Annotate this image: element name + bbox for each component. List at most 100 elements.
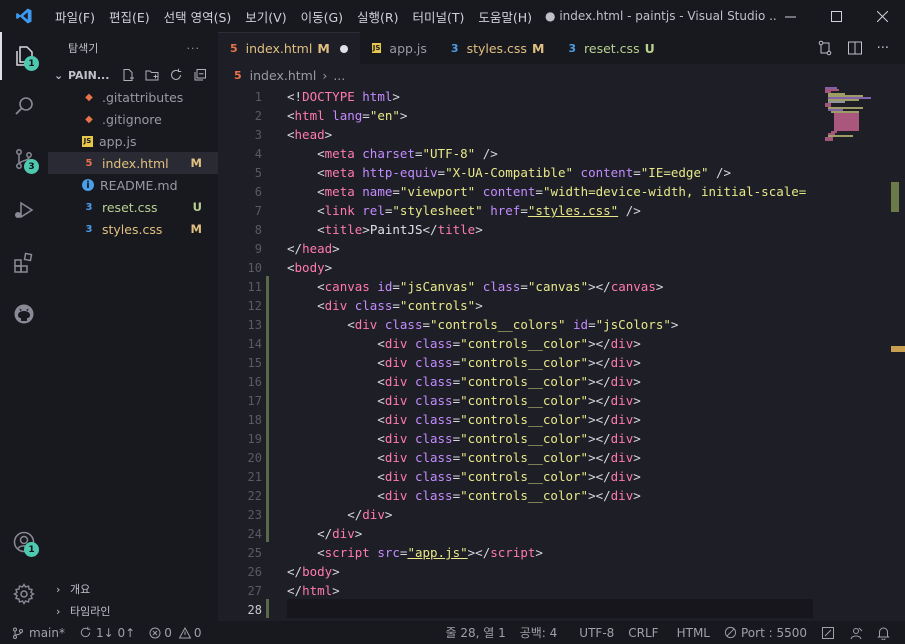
code-line[interactable]: 9 </head> [218,239,818,258]
code-line[interactable]: 1 <!DOCTYPE html> [218,87,818,106]
broadcast-icon [724,626,737,639]
run-debug-icon[interactable] [0,186,48,234]
code-line[interactable]: 7 <link rel="stylesheet" href="styles.cs… [218,201,818,220]
new-folder-icon[interactable] [145,68,159,82]
menu-item[interactable]: 실행(R) [350,7,405,26]
code-line[interactable]: 28 [218,600,818,619]
branch-status[interactable]: main* [0,626,72,640]
code-line[interactable]: 23 </div> [218,505,818,524]
menu-bar: 파일(F) 편집(E) 선택 영역(S) 보기(V) 이동(G) 실행(R) 터미널(T) 도… [48,0,539,32]
editor-tab[interactable]: 3 reset.css U [556,32,666,64]
code-line[interactable]: 6 <meta name="viewport" content="width=d… [218,182,818,201]
close-icon[interactable] [859,0,905,32]
menu-item[interactable]: 도움말(H) [471,7,539,26]
settings-gear-icon[interactable] [0,570,48,618]
encoding[interactable]: UTF-8 [572,626,621,640]
code-line[interactable]: 14 <div class="controls__color"></div> [218,334,818,353]
menu-item[interactable]: 보기(V) [238,7,293,26]
code-line[interactable]: 20 <div class="controls__color"></div> [218,448,818,467]
code-token: > [392,89,400,104]
more-actions-icon[interactable]: ··· [877,41,889,56]
code-line[interactable]: 11 <canvas id="jsCanvas" class="canvas">… [218,277,818,296]
language-mode[interactable]: HTML [670,626,717,640]
code-line[interactable]: 3 <head> [218,125,818,144]
code-line[interactable]: 12 <div class="controls"> [218,296,818,315]
new-file-icon[interactable] [121,68,135,82]
menu-item[interactable]: 편집(E) [102,7,157,26]
file-item[interactable]: JS app.js [48,130,218,152]
code-line[interactable]: 10 <body> [218,258,818,277]
minimap[interactable] [823,86,893,146]
editor-tab[interactable]: 3 styles.css M [439,32,556,64]
breadcrumb-file[interactable]: index.html [250,68,317,83]
github-icon[interactable] [0,290,48,338]
refresh-icon[interactable] [169,68,183,82]
explorer-icon[interactable]: 1 [0,32,48,80]
sync-status[interactable]: 1↓ 0↑ [72,626,142,640]
file-item[interactable]: 3 reset.css U [48,196,218,218]
breadcrumb-more[interactable]: ... [333,68,345,83]
code-line[interactable]: 2 <html lang="en"> [218,106,818,125]
code-token: < [287,146,325,161]
chevron-right-icon: › [56,604,61,618]
end-of-line[interactable]: CRLF [621,626,665,640]
code-line[interactable]: 22 <div class="controls__color"></div> [218,486,818,505]
code-line[interactable]: 4 <meta charset="UTF-8" /> [218,144,818,163]
file-item[interactable]: ◆ .gitattributes [48,86,218,108]
more-actions-icon[interactable]: ··· [187,42,201,55]
code-line[interactable]: 25 <script src="app.js"></script> [218,543,818,562]
open-changes-icon[interactable] [817,40,833,56]
split-editor-icon[interactable] [847,40,863,56]
maximize-icon[interactable] [813,0,859,32]
notifications-bell-icon[interactable] [870,626,897,640]
editor-tab[interactable]: JS app.js [360,32,439,64]
code-line[interactable]: 15 <div class="controls__color"></div> [218,353,818,372]
menu-item[interactable]: 터미널(T) [406,7,472,26]
cursor-position[interactable]: 줄 28, 열 1 [438,624,512,641]
code-line[interactable]: 17 <div class="controls__color"></div> [218,391,818,410]
code-line[interactable]: 27 </html> [218,581,818,600]
code-line[interactable]: 8 <title>PaintJS</title> [218,220,818,239]
code-token: content [580,165,634,180]
live-server[interactable]: Port : 5500 [717,626,814,640]
editor-tab[interactable]: 5 index.html M [218,32,360,64]
timeline-section[interactable]: › 타임라인 [48,600,218,622]
menu-item[interactable]: 파일(F) [48,7,102,26]
timeline-label: 타임라인 [70,605,111,618]
code-editor[interactable]: 1 <!DOCTYPE html> 2 <html lang="en"> 3 <head>… [218,86,905,621]
feedback-icon[interactable] [814,626,842,640]
accounts-icon[interactable]: 1 [0,518,48,566]
code-token: canvas [324,279,370,294]
outline-section[interactable]: › 개요 [48,578,218,600]
tab-label: app.js [389,40,427,56]
search-icon[interactable] [0,82,48,130]
file-item[interactable]: ◆ .gitignore [48,108,218,130]
menu-item[interactable]: 이동(G) [294,7,350,26]
unsaved-dot-icon[interactable] [339,44,348,53]
code-text: <link rel="stylesheet" href="styles.css"… [287,203,641,218]
code-line[interactable]: 18 <div class="controls__color"></div> [218,410,818,429]
menu-item[interactable]: 선택 영역(S) [157,7,239,26]
collapse-all-icon[interactable] [193,68,207,82]
code-line[interactable]: 5 <meta http-equiv="X-UA-Compatible" con… [218,163,818,182]
problems-status[interactable]: 0 0 [142,626,208,640]
file-item[interactable]: 3 styles.css M [48,218,218,240]
code-token: "controls__color" [460,431,589,446]
code-line[interactable]: 13 <div class="controls__colors" id="jsC… [218,315,818,334]
code-line[interactable]: 21 <div class="controls__color"></div> [218,467,818,486]
code-line[interactable]: 19 <div class="controls__color"></div> [218,429,818,448]
extensions-icon[interactable] [0,239,48,287]
file-item[interactable]: i README.md [48,174,218,196]
code-line[interactable]: 16 <div class="controls__color"></div> [218,372,818,391]
minimize-icon[interactable] [767,0,813,32]
project-folder-row[interactable]: ⌄ PAIN... [48,64,218,86]
indentation[interactable]: 공백: 4 [513,624,565,641]
accounts-status-icon[interactable] [842,626,870,640]
code-token: meta [324,146,355,161]
file-item[interactable]: 5 index.html M [48,152,218,174]
code-line[interactable]: 26 </body> [218,562,818,581]
source-control-icon[interactable]: 3 [0,135,48,183]
code-line[interactable]: 24 </div> [218,524,818,543]
